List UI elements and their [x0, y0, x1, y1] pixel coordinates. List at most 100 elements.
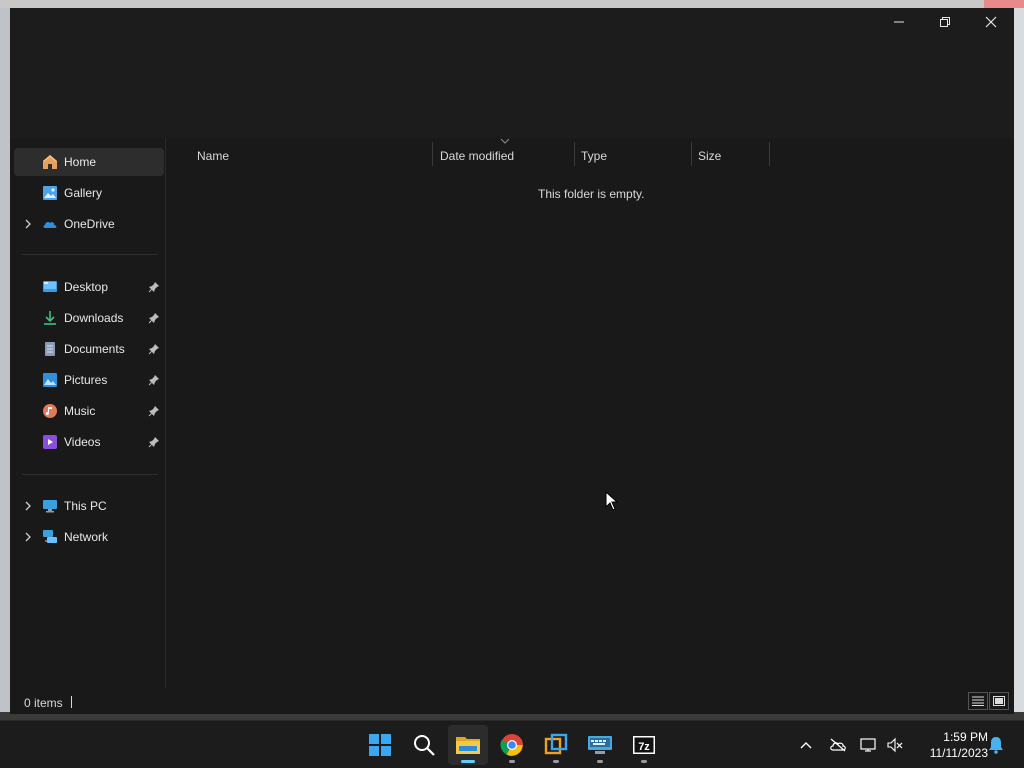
start-button[interactable]	[360, 725, 400, 765]
nav-item-label: Pictures	[64, 373, 108, 387]
chevron-right-icon[interactable]	[22, 499, 34, 513]
nav-item-network[interactable]: Network	[14, 523, 164, 551]
nav-item-label: Videos	[64, 435, 101, 449]
onedrive-icon	[43, 221, 57, 228]
details-view-icon	[972, 696, 984, 706]
file-explorer-window: Home Gallery OneDrive Desktop Downloads	[10, 8, 1014, 714]
tray-network-button[interactable]	[859, 735, 879, 755]
nav-item-videos[interactable]: Videos	[14, 428, 164, 456]
nav-item-label: This PC	[64, 499, 107, 513]
nav-item-onedrive[interactable]: OneDrive	[14, 210, 164, 238]
nav-item-label: Music	[64, 404, 96, 418]
taskbar-chrome[interactable]	[492, 725, 532, 765]
videos-icon	[43, 435, 57, 449]
volume-muted-icon	[887, 737, 903, 753]
close-button[interactable]	[968, 8, 1014, 36]
column-header-size[interactable]: Size	[698, 142, 768, 166]
7zip-logo-text: 7z	[638, 741, 650, 753]
empty-folder-message: This folder is empty.	[538, 187, 645, 201]
restore-icon	[940, 17, 950, 27]
this-pc-icon	[43, 500, 57, 513]
navigation-pane: Home Gallery OneDrive Desktop Downloads	[10, 138, 166, 688]
home-icon	[43, 155, 57, 169]
column-divider[interactable]	[691, 142, 692, 166]
nav-divider	[22, 474, 158, 475]
minimize-icon	[894, 21, 904, 23]
column-header-name[interactable]: Name	[197, 142, 432, 166]
system-clock[interactable]: 1:59 PM 11/11/2023	[912, 729, 988, 761]
minimize-button[interactable]	[876, 8, 922, 36]
large-icons-view-button[interactable]	[989, 692, 1009, 710]
tray-volume-button[interactable]	[885, 735, 905, 755]
column-header-type[interactable]: Type	[581, 142, 691, 166]
downloads-icon	[44, 311, 56, 325]
background-accent	[984, 0, 1024, 8]
vmware-icon	[544, 733, 568, 755]
nav-item-label: Desktop	[64, 280, 109, 294]
nav-item-documents[interactable]: Documents	[14, 335, 164, 363]
nav-item-desktop[interactable]: Desktop	[14, 273, 164, 301]
column-header-date-modified[interactable]: Date modified	[440, 142, 575, 166]
close-icon	[985, 16, 997, 28]
start-icon	[369, 734, 391, 756]
file-explorer-icon	[456, 737, 480, 754]
column-divider[interactable]	[769, 142, 770, 166]
search-icon	[414, 735, 435, 756]
gallery-icon	[43, 186, 57, 200]
nav-item-this-pc[interactable]: This PC	[14, 492, 164, 520]
keyboard-app-icon	[588, 736, 612, 754]
status-divider	[71, 696, 72, 708]
nav-item-pictures[interactable]: Pictures	[14, 366, 164, 394]
running-indicator	[509, 760, 515, 763]
notifications-button[interactable]	[986, 735, 1006, 755]
bell-icon	[989, 737, 1003, 754]
nav-item-label: OneDrive	[64, 217, 115, 231]
onedrive-offline-icon	[830, 738, 846, 752]
running-indicator	[641, 760, 647, 763]
nav-item-music[interactable]: Music	[14, 397, 164, 425]
taskbar: 7z 1:59 PM 11/11/2023	[0, 720, 1024, 768]
file-list-pane[interactable]: Name Date modified Type Size This folder…	[167, 138, 1014, 688]
pin-icon[interactable]	[148, 281, 160, 293]
network-status-icon	[860, 738, 876, 752]
status-bar: 0 items	[10, 688, 1014, 714]
active-indicator	[461, 760, 475, 763]
restore-button[interactable]	[922, 8, 968, 36]
pin-icon[interactable]	[148, 436, 160, 448]
taskbar-vmware[interactable]	[536, 725, 576, 765]
nav-item-label: Home	[64, 155, 97, 169]
column-divider[interactable]	[574, 142, 575, 166]
nav-item-label: Gallery	[64, 186, 103, 200]
search-button[interactable]	[404, 725, 444, 765]
pin-icon[interactable]	[148, 374, 160, 386]
taskbar-file-explorer[interactable]	[448, 725, 488, 765]
details-view-button[interactable]	[968, 692, 988, 710]
network-icon	[43, 530, 57, 543]
show-hidden-icons-button[interactable]	[796, 735, 816, 755]
nav-item-gallery[interactable]: Gallery	[14, 179, 164, 207]
music-icon	[43, 404, 57, 418]
taskbar-7zip[interactable]: 7z	[624, 725, 664, 765]
nav-divider	[22, 254, 158, 255]
pin-icon[interactable]	[148, 405, 160, 417]
running-indicator	[553, 760, 559, 763]
nav-item-downloads[interactable]: Downloads	[14, 304, 164, 332]
pin-icon[interactable]	[148, 343, 160, 355]
large-icons-view-icon	[993, 696, 1005, 706]
taskbar-keyboard-app[interactable]	[580, 725, 620, 765]
column-divider[interactable]	[432, 142, 433, 166]
title-bar[interactable]	[10, 8, 1014, 138]
pictures-icon	[43, 373, 57, 387]
chevron-up-icon	[800, 742, 812, 749]
pin-icon[interactable]	[148, 312, 160, 324]
background-right-edge	[1014, 8, 1024, 712]
clock-date: 11/11/2023	[929, 746, 988, 760]
background-left-edge	[0, 8, 10, 712]
tray-onedrive-button[interactable]	[828, 735, 848, 755]
chevron-right-icon[interactable]	[22, 217, 34, 231]
nav-item-home[interactable]: Home	[14, 148, 164, 176]
chrome-icon	[500, 734, 523, 756]
chevron-right-icon[interactable]	[22, 530, 34, 544]
7zip-icon: 7z	[633, 736, 655, 754]
nav-item-label: Network	[64, 530, 109, 544]
